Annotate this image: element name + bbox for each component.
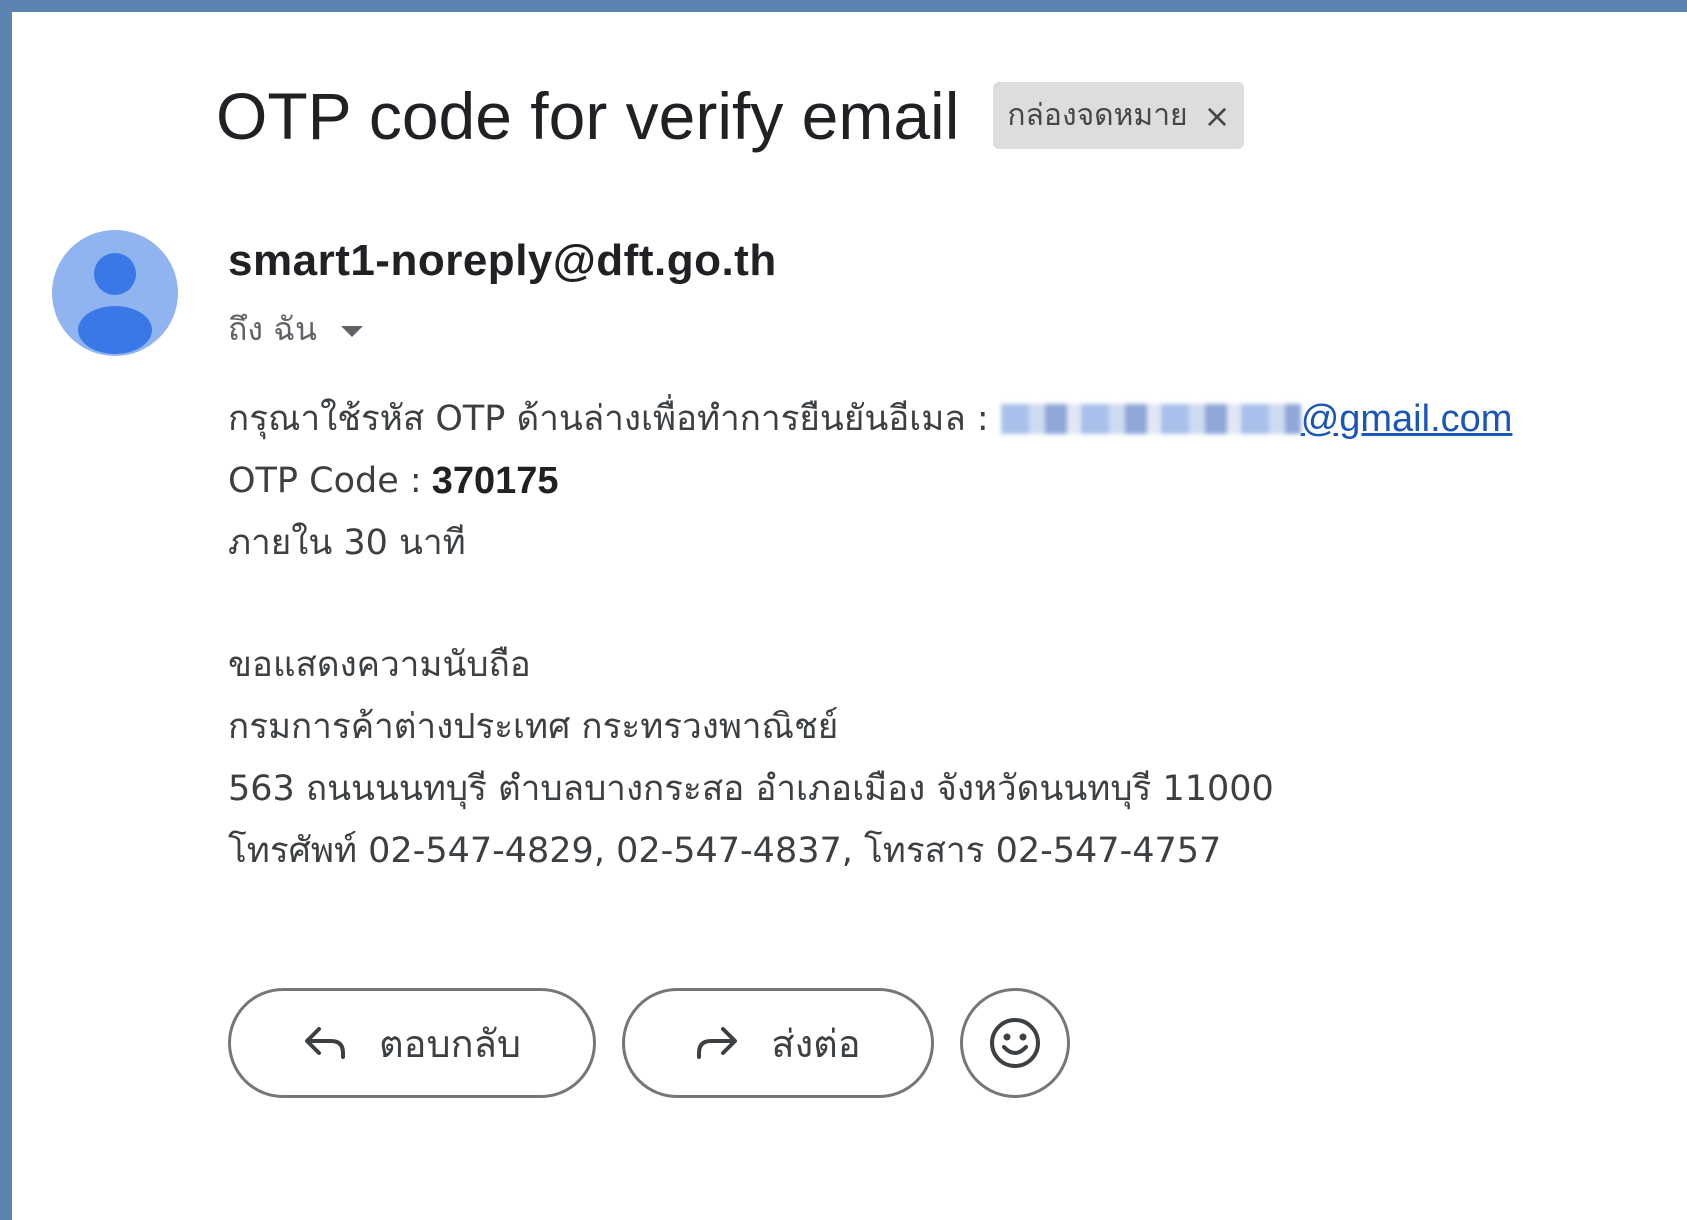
person-icon [78,253,152,354]
email-subject: OTP code for verify email [216,78,960,153]
verify-line: กรุณาใช้รหัส OTP ด้านล่างเพื่อทำการยืนยั… [228,388,1512,450]
reply-button[interactable]: ตอบกลับ [228,988,596,1098]
chevron-down-icon[interactable] [340,326,363,337]
otp-line: OTP Code : 370175 [228,450,1512,512]
inbox-label-chip[interactable]: กล่องจดหมาย × [993,82,1245,149]
expiry-line: ภายใน 30 นาที [228,523,466,563]
forward-button[interactable]: ส่งต่อ [622,988,934,1098]
reply-arrow-icon [304,1027,345,1059]
sender-avatar[interactable] [52,230,178,356]
otp-label: OTP Code : [228,461,422,501]
recipient-toggle[interactable]: ถึง ฉัน [228,304,363,355]
organization-line: กรมการค้าต่างประเทศ กระทรวงพาณิชย์ [228,707,839,747]
phone-line: โทรศัพท์ 02-547-4829, 02-547-4837, โทรสา… [228,831,1222,871]
emoji-reaction-button[interactable] [960,988,1070,1098]
subject-row: OTP code for verify email กล่องจดหมาย × [216,78,1245,153]
forward-arrow-icon [697,1027,738,1059]
verify-text: กรุณาใช้รหัส OTP ด้านล่างเพื่อทำการยืนยั… [228,399,989,439]
sign-off-line: ขอแสดงความนับถือ [228,645,531,685]
action-bar: ตอบกลับ ส่งต่อ [228,988,1070,1098]
inbox-label-text: กล่องจดหมาย [1007,98,1188,133]
close-icon[interactable]: × [1204,100,1231,132]
forward-label: ส่งต่อ [771,1021,861,1066]
reply-label: ตอบกลับ [378,1021,522,1066]
address-line: 563 ถนนนนทบุรี ตำบลบางกระสอ อำเภอเมือง จ… [228,769,1274,809]
to-me-label: ถึง ฉัน [228,310,317,348]
smiley-icon [990,1018,1040,1068]
email-view: OTP code for verify email กล่องจดหมาย × … [0,0,1687,1220]
sender-email[interactable]: smart1-noreply@dft.go.th [228,236,777,286]
otp-code: 370175 [431,460,559,502]
recipient-email-link[interactable]: @gmail.com [1301,388,1513,450]
email-body: กรุณาใช้รหัส OTP ด้านล่างเพื่อทำการยืนยั… [228,388,1512,882]
redacted-email-local-part [1000,404,1301,434]
